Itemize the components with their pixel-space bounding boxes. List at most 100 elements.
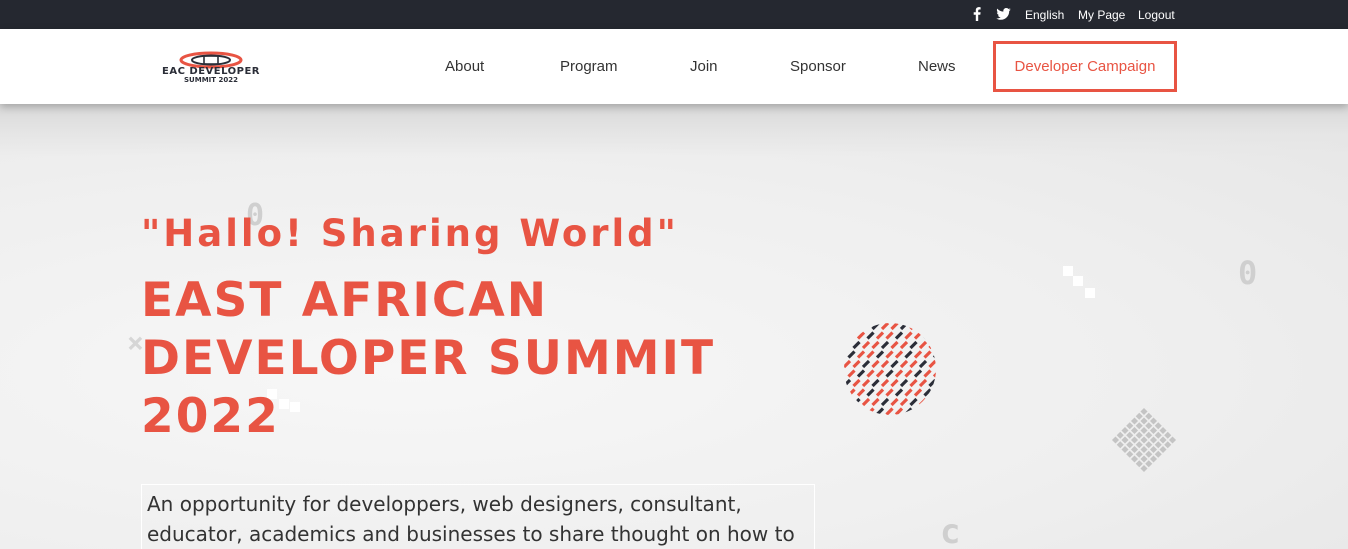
pattern-dash — [885, 369, 894, 378]
pattern-dot — [1135, 450, 1143, 458]
pattern-dash — [852, 378, 861, 388]
pattern-dot — [1149, 426, 1158, 435]
pattern-dash — [932, 331, 936, 340]
pattern-dash — [844, 359, 852, 369]
pattern-dot — [1154, 441, 1162, 449]
pattern-dot — [1149, 445, 1158, 454]
pattern-dash — [890, 359, 899, 369]
nav-join[interactable]: Join — [690, 29, 718, 104]
pattern-dot — [1130, 455, 1139, 463]
pattern-dot — [1164, 431, 1172, 439]
pattern-dot — [1126, 450, 1134, 458]
pattern-dash — [923, 407, 932, 415]
pattern-dash — [904, 350, 913, 359]
pattern-dot — [1126, 422, 1134, 430]
pattern-dash — [918, 359, 928, 369]
decorative-square — [1073, 276, 1083, 286]
pattern-dot — [1154, 431, 1162, 439]
pattern-dash — [894, 350, 904, 359]
pattern-dash — [918, 378, 928, 388]
pattern-dash — [885, 407, 894, 415]
pattern-dash — [880, 359, 890, 369]
facebook-icon[interactable] — [971, 7, 983, 21]
nav-sponsor[interactable]: Sponsor — [790, 29, 846, 104]
pattern-dash — [844, 397, 852, 407]
pattern-dash — [844, 340, 852, 350]
pattern-dash — [923, 388, 932, 397]
pattern-dash — [885, 388, 894, 397]
pattern-dash — [890, 323, 899, 331]
pattern-dash — [928, 378, 936, 388]
pattern-dot — [1130, 445, 1139, 454]
pattern-dot — [1145, 441, 1153, 449]
pattern-dash — [909, 359, 918, 369]
pattern-dash — [880, 340, 890, 350]
pattern-dash — [913, 407, 923, 415]
hero-title-line: DEVELOPER SUMMIT — [141, 331, 716, 386]
pattern-dash — [918, 340, 928, 350]
pattern-dot — [1154, 422, 1162, 430]
pattern-dash — [852, 359, 861, 369]
pattern-dash — [847, 369, 856, 378]
pattern-dash — [928, 359, 936, 369]
pattern-dash — [890, 340, 899, 350]
hero-tagline: "Hallo! Sharing World" — [141, 212, 679, 255]
nav-news[interactable]: News — [918, 29, 956, 104]
pattern-dot — [1126, 431, 1134, 439]
pattern-dash — [899, 340, 909, 350]
logout-link[interactable]: Logout — [1138, 0, 1175, 29]
pattern-dash — [866, 388, 875, 397]
pattern-dash — [852, 340, 861, 350]
pattern-dash — [899, 359, 909, 369]
pattern-dot — [1121, 436, 1129, 444]
pattern-dot — [1130, 417, 1139, 425]
pattern-dash — [880, 397, 890, 407]
pattern-dash — [923, 331, 932, 340]
pattern-dash — [904, 331, 913, 340]
pattern-dot — [1149, 455, 1158, 463]
pattern-dot — [1140, 445, 1148, 454]
pattern-dot — [1121, 426, 1129, 435]
pattern-dot — [1140, 455, 1148, 463]
dash-pattern-circle — [843, 322, 937, 416]
pattern-dash — [875, 350, 885, 359]
hero-background-band — [0, 104, 1348, 156]
pattern-dash — [909, 340, 918, 350]
pattern-dash — [918, 323, 928, 331]
pattern-dot — [1126, 441, 1134, 449]
pattern-dot — [1145, 412, 1153, 420]
twitter-icon[interactable] — [995, 7, 1011, 21]
my-page-link[interactable]: My Page — [1078, 0, 1125, 29]
pattern-dash — [861, 359, 871, 369]
hero-title-line: EAST AFRICAN — [141, 273, 549, 328]
nav-about[interactable]: About — [445, 29, 484, 104]
pattern-dash — [844, 378, 852, 388]
pattern-dash — [856, 369, 866, 378]
pattern-dot — [1149, 417, 1158, 425]
pattern-dash — [909, 378, 918, 388]
pattern-dot — [1159, 436, 1167, 444]
nav-developer-campaign-button[interactable]: Developer Campaign — [993, 41, 1177, 92]
pattern-dash — [871, 359, 880, 369]
pattern-dash — [913, 350, 923, 359]
pattern-dash — [904, 369, 913, 378]
pattern-dot — [1159, 426, 1167, 435]
pattern-dash — [856, 388, 866, 397]
pattern-dash — [875, 369, 885, 378]
pattern-dash — [932, 388, 936, 397]
pattern-dash — [847, 388, 856, 397]
pattern-dash — [861, 378, 871, 388]
pattern-dot — [1164, 441, 1172, 449]
pattern-dash — [899, 397, 909, 407]
language-link[interactable]: English — [1025, 0, 1064, 29]
pattern-dot — [1121, 445, 1129, 454]
pattern-dash — [866, 350, 875, 359]
site-logo[interactable]: EAC DEVELOPER SUMMIT 2022 — [130, 51, 292, 85]
pattern-dot — [1140, 407, 1148, 416]
main-navbar: EAC DEVELOPER SUMMIT 2022 About Program … — [0, 29, 1348, 104]
dot-pattern-diamond — [1110, 406, 1178, 474]
pattern-dot — [1135, 412, 1143, 420]
pattern-dot — [1159, 445, 1167, 454]
decorative-c-glyph: c — [940, 512, 961, 549]
nav-program[interactable]: Program — [560, 29, 618, 104]
